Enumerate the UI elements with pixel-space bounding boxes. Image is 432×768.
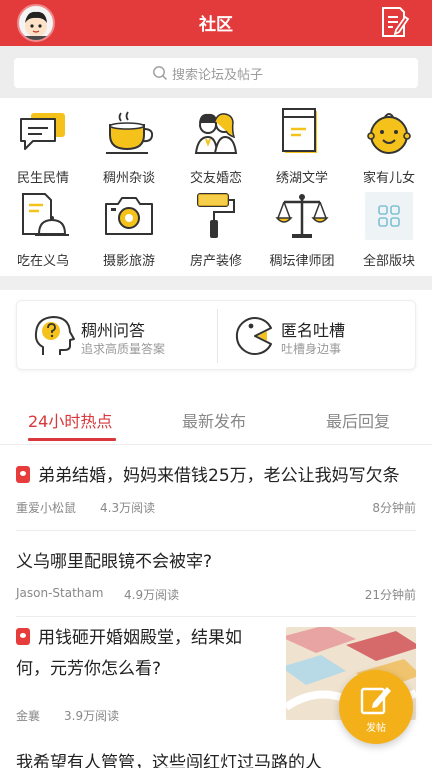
category-label: 交友婚恋 [189, 171, 242, 186]
active-tab-indicator [28, 438, 116, 441]
post-time: 8分钟前 [372, 501, 416, 515]
post-divider [16, 616, 416, 617]
category-jiaoyou-hunlian[interactable]: 交友婚恋 [173, 107, 259, 191]
category-chouzhou-zatan[interactable]: 稠州杂谈 [86, 107, 172, 191]
qa-subtitle: 追求高质量答案 [81, 342, 166, 356]
category-label: 稠坛律师团 [269, 254, 335, 269]
category-label: 全部版块 [362, 254, 415, 269]
category-label: 民生民情 [16, 171, 69, 186]
section-divider [0, 276, 432, 290]
category-label: 吃在义乌 [16, 254, 69, 269]
category-label: 摄影旅游 [102, 254, 155, 269]
category-choutan-lvshituan[interactable]: 稠坛律师团 [259, 190, 345, 274]
post-title[interactable]: 弟弟结婚，妈妈来借钱25万，老公让我妈写欠条 [38, 466, 400, 486]
category-jiayou-ernv[interactable]: 家有儿女 [346, 107, 432, 191]
post-reads: 4.3万阅读 [100, 501, 156, 515]
post-author: 重爱小松鼠 [16, 501, 77, 515]
baby-face-icon [367, 113, 411, 154]
category-label: 房产装修 [189, 254, 242, 269]
search-bar: 搜索论坛及帖子 [0, 46, 432, 98]
feature-cards: 稠州问答 追求高质量答案 匿名吐槽 吐槽身边事 [16, 300, 416, 370]
qa-subtitle: 吐槽身边事 [281, 342, 342, 356]
hot-badge-icon [16, 466, 30, 483]
scales-icon [275, 194, 329, 238]
post-title[interactable]: 义乌哪里配眼镜不会被宰? [16, 547, 212, 578]
book-icon [282, 108, 317, 153]
question-head-icon [34, 316, 75, 355]
category-label: 家有儿女 [362, 171, 415, 186]
tabs-divider [0, 444, 432, 445]
anonymous-rant-card[interactable]: 匿名吐槽 吐槽身边事 [217, 301, 417, 371]
post-title-row[interactable]: 弟弟结婚，妈妈来借钱25万，老公让我妈写欠条 [16, 461, 426, 492]
category-all-boards[interactable]: 全部版块 [346, 190, 432, 274]
couple-icon [194, 113, 238, 154]
qa-title: 匿名吐槽 [281, 321, 346, 340]
category-chi-zai-yiwu[interactable]: 吃在义乌 [0, 190, 86, 274]
camera-icon [105, 197, 153, 235]
paint-roller-icon [197, 193, 235, 238]
tab-24h-hot[interactable]: 24小时热点 [28, 408, 112, 432]
search-icon [153, 66, 168, 81]
post-time: 21分钟前 [364, 588, 416, 602]
post-divider [16, 530, 416, 531]
grid-icon [365, 192, 413, 240]
search-placeholder: 搜索论坛及帖子 [172, 68, 264, 83]
search-input[interactable]: 搜索论坛及帖子 [14, 58, 418, 88]
post-reads: 4.9万阅读 [124, 588, 180, 602]
post-reads: 3.9万阅读 [64, 709, 120, 723]
post-author: Jason-Statham [16, 586, 104, 600]
tab-latest[interactable]: 最新发布 [182, 408, 246, 432]
tab-last-reply[interactable]: 最后回复 [326, 408, 390, 432]
category-label: 稠州杂谈 [102, 171, 155, 186]
category-sheying-lvyou[interactable]: 摄影旅游 [86, 190, 172, 274]
compose-icon [382, 7, 410, 37]
qa-title: 稠州问答 [81, 321, 146, 340]
new-post-button[interactable]: 发帖 [339, 670, 413, 744]
category-minsheng[interactable]: 民生民情 [0, 107, 86, 191]
choozhou-qa-card[interactable]: 稠州问答 追求高质量答案 [17, 301, 217, 371]
page-title: 社区 [199, 15, 233, 35]
category-label: 绣湖文学 [275, 171, 328, 186]
top-bar: 社区 [0, 0, 432, 46]
speech-bubble-icon [20, 113, 65, 150]
post-title-line: 用钱砸开婚姻殿堂，结果如 [38, 628, 242, 648]
fab-label: 发帖 [366, 723, 386, 734]
category-fangchan-zhuangxiu[interactable]: 房产装修 [173, 190, 259, 274]
category-xiuhu-wenxue[interactable]: 绣湖文学 [259, 107, 345, 191]
post-title-block[interactable]: 用钱砸开婚姻殿堂，结果如 何，元芳你怎么看? [16, 623, 281, 685]
pacman-icon [235, 317, 272, 355]
compose-button[interactable] [378, 5, 410, 39]
post-title-line: 何，元芳你怎么看? [16, 659, 162, 679]
post-author: 金襄 [16, 709, 41, 723]
tea-cup-icon [106, 111, 154, 154]
hot-badge-icon [16, 628, 30, 645]
food-cloche-icon [22, 193, 69, 236]
post-title[interactable]: 我希望有人管管，这些闯红灯过马路的人 [16, 748, 322, 768]
